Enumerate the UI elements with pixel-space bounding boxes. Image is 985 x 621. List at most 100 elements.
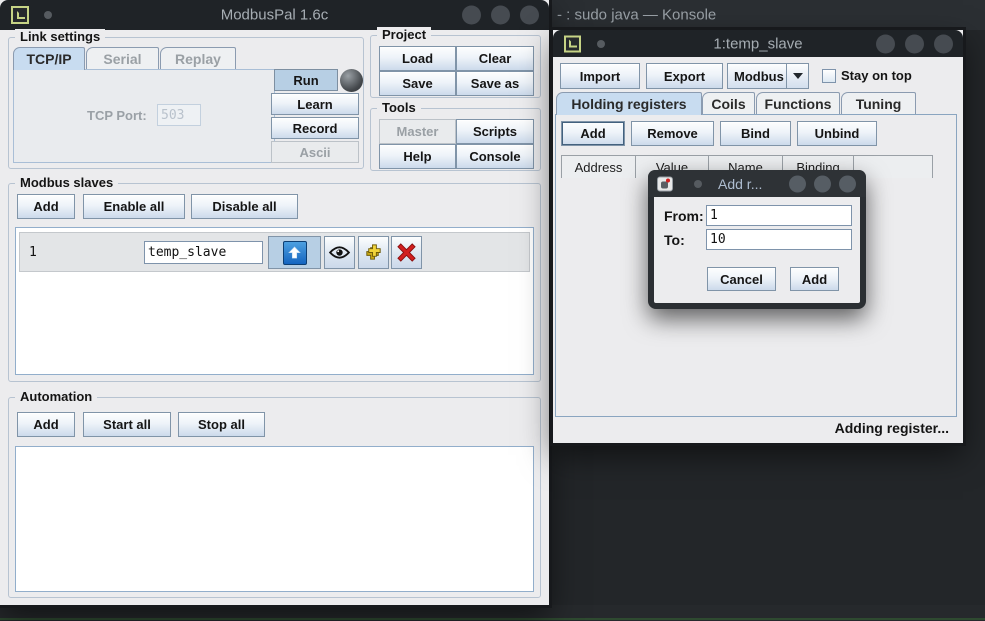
- button-label: Save: [402, 76, 432, 91]
- add-register-button[interactable]: Add: [561, 121, 625, 146]
- save-button[interactable]: Save: [379, 71, 456, 96]
- dialog-titlebar[interactable]: Add r...: [648, 170, 866, 197]
- disable-all-button[interactable]: Disable all: [191, 194, 298, 219]
- button-label: Disable all: [212, 199, 276, 214]
- button-label: Ascii: [299, 145, 330, 160]
- modbuspal-titlebar[interactable]: ModbusPal 1.6c: [0, 0, 549, 30]
- tcpip-pane: TCP Port:: [13, 69, 275, 163]
- tab-tuning[interactable]: Tuning: [841, 92, 916, 115]
- konsole-titlebar[interactable]: - : sudo java — Konsole: [549, 0, 985, 30]
- modbuspal-window: ModbusPal 1.6c Link settings TCP/IP Seri…: [0, 0, 549, 605]
- tab-coils[interactable]: Coils: [702, 92, 755, 115]
- record-button[interactable]: Record: [271, 117, 359, 139]
- unbind-button[interactable]: Unbind: [797, 121, 877, 146]
- close-button[interactable]: [934, 34, 953, 53]
- add-automation-button[interactable]: [358, 236, 389, 269]
- add-slave-button[interactable]: Add: [17, 194, 75, 219]
- import-button[interactable]: Import: [560, 63, 640, 89]
- button-label: Stop all: [198, 417, 245, 432]
- to-field[interactable]: [706, 229, 852, 250]
- clear-button[interactable]: Clear: [456, 46, 534, 71]
- minimize-button[interactable]: [876, 34, 895, 53]
- project-group: Project Load Clear Save Save as: [370, 35, 541, 98]
- close-button[interactable]: [839, 175, 856, 192]
- button-label: Help: [403, 149, 431, 164]
- button-label: Start all: [103, 417, 151, 432]
- column-header-address[interactable]: Address: [562, 156, 636, 178]
- from-label: From:: [664, 208, 704, 224]
- close-button[interactable]: [520, 6, 539, 25]
- save-as-button[interactable]: Save as: [456, 71, 534, 96]
- dialog-add-button[interactable]: Add: [790, 267, 839, 291]
- button-label: Master: [397, 124, 439, 139]
- load-button[interactable]: Load: [379, 46, 456, 71]
- from-field[interactable]: [706, 205, 852, 226]
- run-toggle[interactable]: Run: [274, 69, 338, 91]
- start-all-button[interactable]: Start all: [83, 412, 171, 437]
- delete-slave-button[interactable]: [391, 236, 422, 269]
- button-label: Record: [293, 121, 338, 136]
- combobox-arrow-button[interactable]: [786, 64, 808, 88]
- tab-serial[interactable]: Serial: [86, 47, 159, 70]
- button-label: Clear: [479, 51, 512, 66]
- add-plus-icon: [363, 242, 384, 263]
- maximize-button[interactable]: [905, 34, 924, 53]
- stay-on-top-checkbox[interactable]: [822, 69, 836, 83]
- minimize-button[interactable]: [462, 6, 481, 25]
- learn-button[interactable]: Learn: [271, 93, 359, 115]
- console-button[interactable]: Console: [456, 144, 534, 169]
- maximize-button[interactable]: [814, 175, 831, 192]
- modbus-slaves-group: Modbus slaves Add Enable all Disable all…: [8, 183, 541, 382]
- maximize-button[interactable]: [491, 6, 510, 25]
- button-label: Add: [33, 417, 58, 432]
- implementation-combobox[interactable]: Modbus: [727, 63, 809, 89]
- ascii-button[interactable]: Ascii: [271, 141, 359, 163]
- link-settings-group: Link settings TCP/IP Serial Replay TCP P…: [8, 37, 364, 169]
- konsole-title: - : sudo java — Konsole: [557, 7, 716, 24]
- bind-button[interactable]: Bind: [720, 121, 791, 146]
- desktop: - : sudo java — Konsole ModbusPal 1.6c L…: [0, 0, 985, 621]
- group-title: Modbus slaves: [15, 175, 118, 190]
- dialog-app-icon: [657, 176, 673, 191]
- show-slave-button[interactable]: [324, 236, 355, 269]
- tab-label: Replay: [175, 51, 221, 67]
- tab-label: Serial: [103, 51, 141, 67]
- tab-holding-registers[interactable]: Holding registers: [556, 92, 702, 115]
- cancel-button[interactable]: Cancel: [707, 267, 776, 291]
- remove-register-button[interactable]: Remove: [631, 121, 714, 146]
- automation-group: Automation Add Start all Stop all: [8, 397, 541, 598]
- tab-replay[interactable]: Replay: [160, 47, 236, 70]
- help-button[interactable]: Help: [379, 144, 456, 169]
- enable-slave-toggle[interactable]: [268, 236, 321, 269]
- delete-x-icon: [397, 243, 416, 262]
- tab-functions[interactable]: Functions: [756, 92, 840, 115]
- dialog-title: Add r...: [718, 176, 762, 192]
- button-label: Load: [402, 51, 433, 66]
- export-button[interactable]: Export: [646, 63, 723, 89]
- button-label: Remove: [647, 126, 698, 141]
- add-automation-button[interactable]: Add: [17, 412, 75, 437]
- button-label: Add: [580, 126, 605, 141]
- titlebar-dot: [694, 180, 702, 188]
- button-label: Learn: [297, 97, 332, 112]
- slave-id: 1: [29, 245, 37, 260]
- scripts-button[interactable]: Scripts: [456, 119, 534, 144]
- enable-all-button[interactable]: Enable all: [83, 194, 185, 219]
- button-label: Export: [664, 69, 705, 84]
- combobox-value: Modbus: [728, 64, 786, 88]
- link-status-led: [340, 69, 363, 92]
- tab-tcpip[interactable]: TCP/IP: [13, 47, 85, 70]
- eye-icon: [328, 245, 351, 260]
- tcp-port-label: TCP Port:: [87, 108, 147, 123]
- master-button[interactable]: Master: [379, 119, 456, 144]
- dialog-body: From: To: Cancel Add: [654, 197, 860, 303]
- slave-row[interactable]: 1: [19, 232, 530, 272]
- minimize-button[interactable]: [789, 175, 806, 192]
- stay-on-top-label: Stay on top: [841, 68, 912, 83]
- tcp-port-field[interactable]: [157, 104, 201, 126]
- button-label: Add: [802, 272, 827, 287]
- slave-titlebar[interactable]: 1:temp_slave: [553, 30, 963, 57]
- slave-name-field[interactable]: [144, 241, 263, 264]
- tab-label: TCP/IP: [26, 51, 71, 67]
- stop-all-button[interactable]: Stop all: [178, 412, 265, 437]
